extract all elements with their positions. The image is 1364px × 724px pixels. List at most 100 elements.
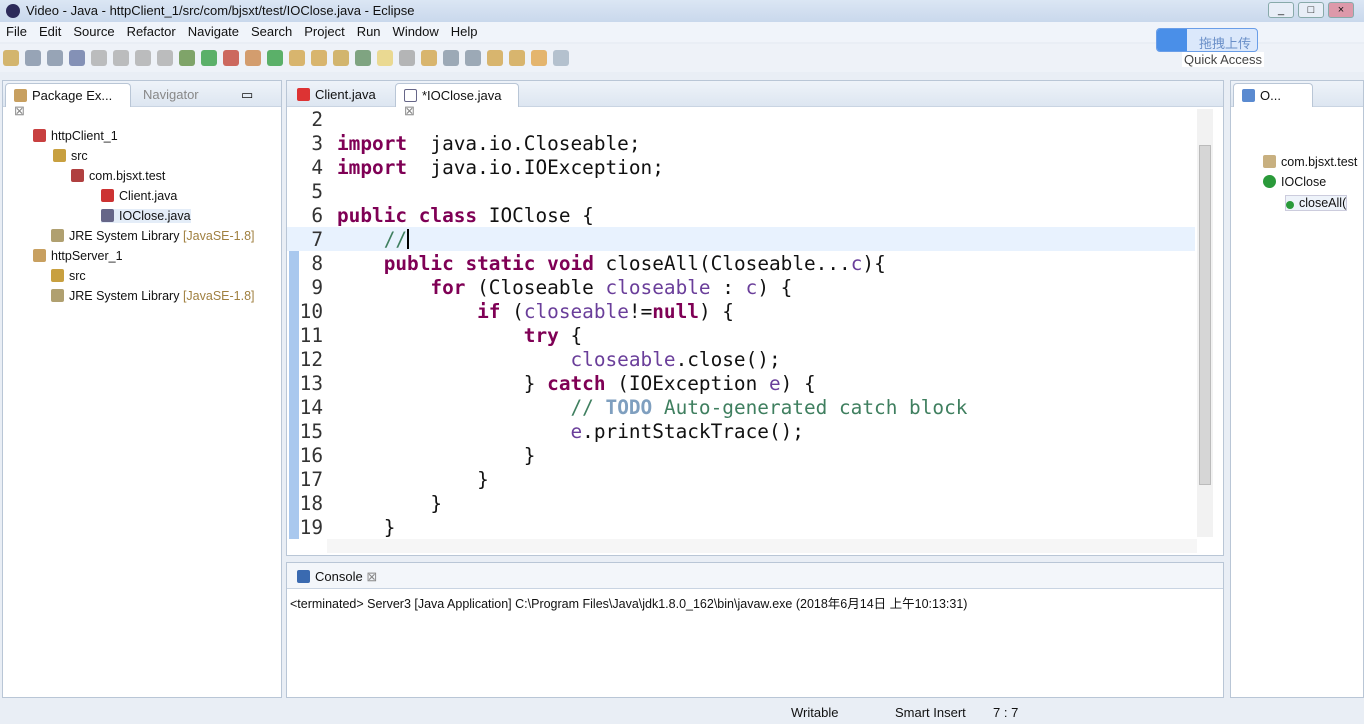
menu-file[interactable]: File: [0, 22, 33, 39]
tab-navigator[interactable]: Navigator: [135, 83, 207, 107]
library-icon: [51, 289, 64, 302]
method-icon: [1286, 201, 1294, 209]
toolbar-icon[interactable]: [289, 50, 305, 66]
current-line-highlight: [287, 227, 1195, 251]
toolbar-icon[interactable]: [377, 50, 393, 66]
outline-package[interactable]: com.bjsxt.test: [1263, 155, 1357, 169]
toolbar-icon[interactable]: [223, 50, 239, 66]
insert-mode: Smart Insert: [895, 705, 966, 720]
menu-help[interactable]: Help: [445, 22, 484, 39]
toolbar-icon[interactable]: [25, 50, 41, 66]
line-number: 7: [311, 228, 323, 251]
toolbar-icon[interactable]: [531, 50, 547, 66]
toolbar-icon[interactable]: [509, 50, 525, 66]
vertical-scrollbar[interactable]: [1197, 109, 1213, 537]
toolbar-icon[interactable]: [465, 50, 481, 66]
toolbar-icon[interactable]: [443, 50, 459, 66]
menu-source[interactable]: Source: [67, 22, 120, 39]
outline-icon: [1242, 89, 1255, 102]
item-label: JRE System Library: [69, 229, 180, 243]
toolbar-icon[interactable]: [421, 50, 437, 66]
editor: Client.java *IOClose.java ⊠ 2 3 import jav…: [286, 80, 1224, 556]
tree-item-library[interactable]: JRE System Library [JavaSE-1.8]: [51, 229, 255, 243]
toolbar-icon[interactable]: [333, 50, 349, 66]
menu-window[interactable]: Window: [387, 22, 445, 39]
tab-console[interactable]: Console ⊠: [289, 565, 385, 589]
tree-item-src-folder[interactable]: src: [53, 149, 88, 163]
code-text: java.io.IOException;: [407, 156, 664, 179]
toolbar-icon[interactable]: [487, 50, 503, 66]
tab-package-explorer[interactable]: Package Ex... ⊠: [5, 83, 131, 118]
toolbar-icon[interactable]: [311, 50, 327, 66]
code-text: .close();: [675, 348, 781, 371]
toolbar-icon[interactable]: [135, 50, 151, 66]
code-text: ) {: [698, 300, 734, 323]
menu-navigate[interactable]: Navigate: [182, 22, 245, 39]
maximize-button[interactable]: □: [1298, 2, 1324, 18]
tab-ioclose-java[interactable]: *IOClose.java ⊠: [395, 83, 519, 118]
toolbar-icon[interactable]: [201, 50, 217, 66]
minimize-view-icon[interactable]: ▭: [233, 83, 261, 107]
item-label: src: [71, 149, 88, 163]
package-icon: [1263, 155, 1276, 168]
code-text: .printStackTrace();: [582, 420, 804, 443]
code-line: import java.io.IOException;: [337, 156, 664, 179]
quick-access-field[interactable]: Quick Access: [1182, 52, 1265, 67]
toolbar-icon[interactable]: [267, 50, 283, 66]
scroll-thumb[interactable]: [1199, 145, 1211, 485]
tree-item-file[interactable]: IOClose.java: [101, 209, 191, 223]
tree-item-src-folder[interactable]: src: [51, 269, 86, 283]
horizontal-scrollbar[interactable]: [327, 539, 1197, 553]
toolbar-icon[interactable]: [91, 50, 107, 66]
comment: //: [570, 396, 606, 419]
toolbar-icon[interactable]: [553, 50, 569, 66]
toolbar-icon[interactable]: [399, 50, 415, 66]
tab-outline[interactable]: O...: [1233, 83, 1313, 107]
toolbar-icon[interactable]: [179, 50, 195, 66]
upload-label: 拖拽上传: [1199, 36, 1252, 51]
src-folder-icon: [53, 149, 66, 162]
project-icon: [33, 129, 46, 142]
toolbar-icon[interactable]: [245, 50, 261, 66]
close-button[interactable]: ×: [1328, 2, 1354, 18]
class-icon: [1263, 175, 1276, 188]
tree-item-project[interactable]: httpClient_1: [33, 129, 118, 143]
line-number: 13: [299, 372, 323, 395]
toolbar-icon[interactable]: [113, 50, 129, 66]
tree-item-library[interactable]: JRE System Library [JavaSE-1.8]: [51, 289, 255, 303]
code-line: public class IOClose {: [337, 204, 594, 227]
item-label: com.bjsxt.test: [1281, 155, 1358, 169]
src-folder-icon: [51, 269, 64, 282]
outline-view: O... com.bjsxt.test IOClose closeAll(: [1230, 80, 1364, 698]
minimize-button[interactable]: _: [1268, 2, 1294, 18]
upload-badge[interactable]: 拖拽上传: [1156, 28, 1258, 52]
keyword: static: [465, 252, 536, 275]
toolbar-icon[interactable]: [355, 50, 371, 66]
tree-item-package[interactable]: com.bjsxt.test: [71, 169, 165, 183]
window-title: Video - Java - httpClient_1/src/com/bjsx…: [26, 3, 415, 18]
tab-client-java[interactable]: Client.java: [289, 83, 384, 107]
menu-refactor[interactable]: Refactor: [121, 22, 182, 39]
toolbar-icon[interactable]: [157, 50, 173, 66]
keyword: void: [547, 252, 594, 275]
menu-edit[interactable]: Edit: [33, 22, 67, 39]
code-text: java.io.Closeable;: [407, 132, 641, 155]
toolbar-icon[interactable]: [3, 50, 19, 66]
item-suffix: [JavaSE-1.8]: [182, 289, 255, 303]
item-label: com.bjsxt.test: [89, 169, 166, 183]
toolbar-icon[interactable]: [47, 50, 63, 66]
keyword: public: [337, 204, 408, 227]
code-area[interactable]: 2 3 import java.io.Closeable; 4 import java.…: [287, 107, 1195, 539]
outline-class[interactable]: IOClose: [1263, 175, 1326, 189]
line-number: 14: [299, 396, 323, 419]
tree-item-project[interactable]: httpServer_1: [33, 249, 123, 263]
tree-item-file[interactable]: Client.java: [101, 189, 177, 203]
menu-run[interactable]: Run: [351, 22, 387, 39]
toolbar-icon[interactable]: [69, 50, 85, 66]
tab-label: Navigator: [143, 87, 199, 102]
keyword: null: [652, 300, 699, 323]
menu-search[interactable]: Search: [245, 22, 298, 39]
menu-project[interactable]: Project: [298, 22, 350, 39]
outline-method[interactable]: closeAll(: [1285, 195, 1348, 211]
